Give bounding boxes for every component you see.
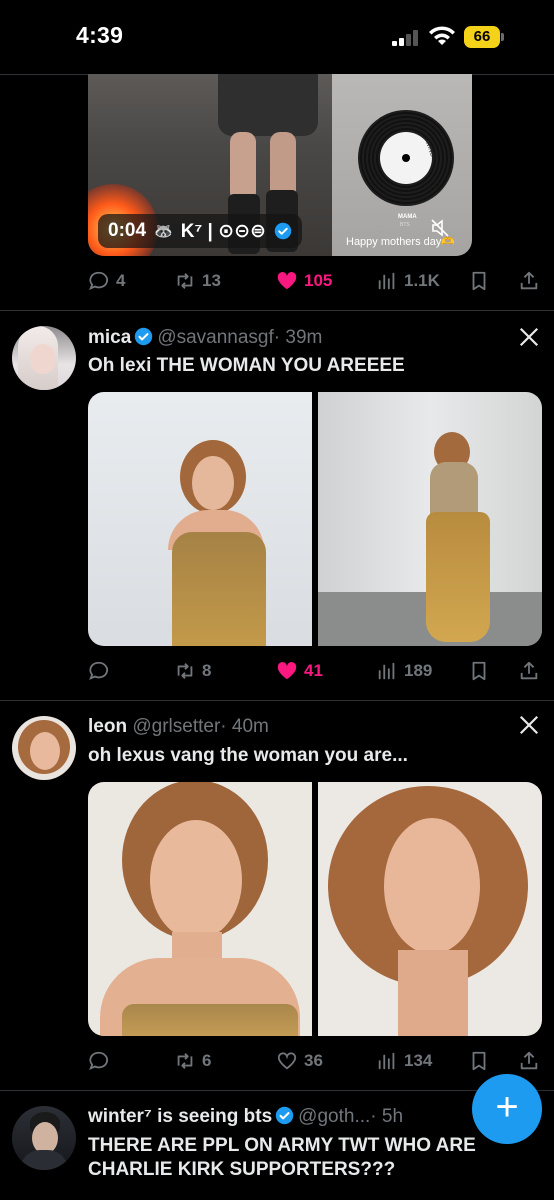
divider [0, 1090, 554, 1091]
divider [0, 310, 554, 311]
tweet-header: leon @grlsetter· 40m [88, 716, 269, 738]
battery-level: 66 [464, 26, 500, 48]
repost-icon [177, 273, 193, 289]
reply-button[interactable] [88, 1046, 116, 1076]
tweet-actions: 8 41 189 [88, 656, 542, 686]
repost-button[interactable]: 6 [174, 1046, 211, 1076]
share-icon[interactable] [518, 660, 540, 682]
repost-button[interactable]: 8 [174, 656, 211, 686]
heart-outline-icon [277, 1052, 297, 1070]
bookmark-icon[interactable] [468, 660, 490, 682]
like-button[interactable]: 36 [276, 1046, 323, 1076]
status-bar: 4:39 66 [0, 0, 554, 74]
bookmark-icon[interactable] [468, 1050, 490, 1072]
like-button[interactable]: 41 [276, 656, 323, 686]
repost-icon [177, 663, 193, 679]
mama-badge-title: MAMA [398, 214, 417, 220]
handle[interactable]: @goth... [298, 1106, 370, 1127]
bookmark-icon[interactable] [468, 270, 490, 292]
avatar[interactable] [12, 716, 76, 780]
reply-button[interactable]: 4 [88, 266, 125, 296]
timestamp: · 40m [220, 716, 269, 737]
timestamp: · 39m [273, 327, 323, 348]
heart-filled-icon [277, 662, 297, 680]
reply-icon [89, 1051, 108, 1071]
display-name[interactable]: leon [88, 716, 127, 737]
verified-icon [135, 327, 153, 346]
display-name[interactable]: winter⁷ is seeing bts [88, 1106, 272, 1127]
like-button[interactable]: 105 [276, 266, 332, 296]
tweet-text-line-1: THERE ARE PPL ON ARMY TWT WHO ARE [88, 1135, 476, 1156]
vinyl-record-graphic: WINGS [358, 110, 454, 206]
compose-button[interactable]: + [472, 1074, 542, 1144]
heart-filled-icon [277, 272, 297, 290]
views-icon [378, 272, 395, 290]
battery-icon: 66 [464, 26, 504, 48]
timestamp: · 5h [370, 1106, 404, 1127]
repost-icon [177, 1053, 193, 1069]
x-logo-icon [519, 327, 539, 347]
tweet-photo[interactable] [88, 392, 312, 646]
verified-icon [274, 222, 292, 240]
verified-icon [275, 1106, 294, 1125]
handle[interactable]: @savannasgf [157, 327, 273, 348]
tweet-actions: 4 13 105 1.1K [88, 266, 542, 296]
tweet-text: Oh lexi THE WOMAN YOU AREEEE [88, 355, 405, 376]
video-thumbnail[interactable]: WINGS MAMA BTS Happy mothers day🫶 0:04 🦝… [88, 74, 472, 256]
x-logo-icon [519, 715, 539, 735]
tweet-text-line-2: CHARLIE KIRK SUPPORTERS??? [88, 1159, 396, 1180]
views-button[interactable]: 134 [376, 1046, 432, 1076]
video-info-chip: 0:04 🦝 K⁷ | ⊙⊝⊜ [98, 214, 302, 248]
divider [0, 700, 554, 701]
tweet-actions: 6 36 134 [88, 1046, 542, 1076]
tweet-header: winter⁷ is seeing bts @goth...· 5h [88, 1106, 403, 1128]
wifi-icon [429, 26, 455, 45]
views-button[interactable]: 1.1K [376, 266, 440, 296]
avatar[interactable] [12, 1106, 76, 1170]
share-icon[interactable] [518, 1050, 540, 1072]
channel-icon: 🦝 [154, 223, 173, 240]
handle[interactable]: @grlsetter [132, 716, 220, 737]
video-duration: 0:04 [108, 220, 147, 241]
avatar[interactable] [12, 326, 76, 390]
tweet-photo[interactable] [88, 782, 312, 1036]
share-icon[interactable] [518, 270, 540, 292]
views-icon [378, 662, 395, 680]
tweet-photo[interactable] [318, 782, 542, 1036]
views-button[interactable]: 189 [376, 656, 432, 686]
reply-icon [89, 661, 108, 681]
cellular-signal-icon [392, 30, 420, 46]
reply-button[interactable] [88, 656, 116, 686]
mama-badge-sub: BTS [400, 222, 410, 228]
tweet-photo[interactable] [318, 392, 542, 646]
mute-icon[interactable] [430, 218, 450, 238]
tweet-header: mica @savannasgf· 39m [88, 327, 322, 349]
reply-icon [89, 271, 108, 291]
channel-name: K⁷ | ⊙⊝⊜ [180, 220, 266, 242]
views-icon [378, 1052, 395, 1070]
display-name[interactable]: mica [88, 327, 131, 348]
tweet-text: oh lexus vang the woman you are... [88, 745, 408, 766]
repost-button[interactable]: 13 [174, 266, 221, 296]
status-time: 4:39 [76, 22, 124, 48]
